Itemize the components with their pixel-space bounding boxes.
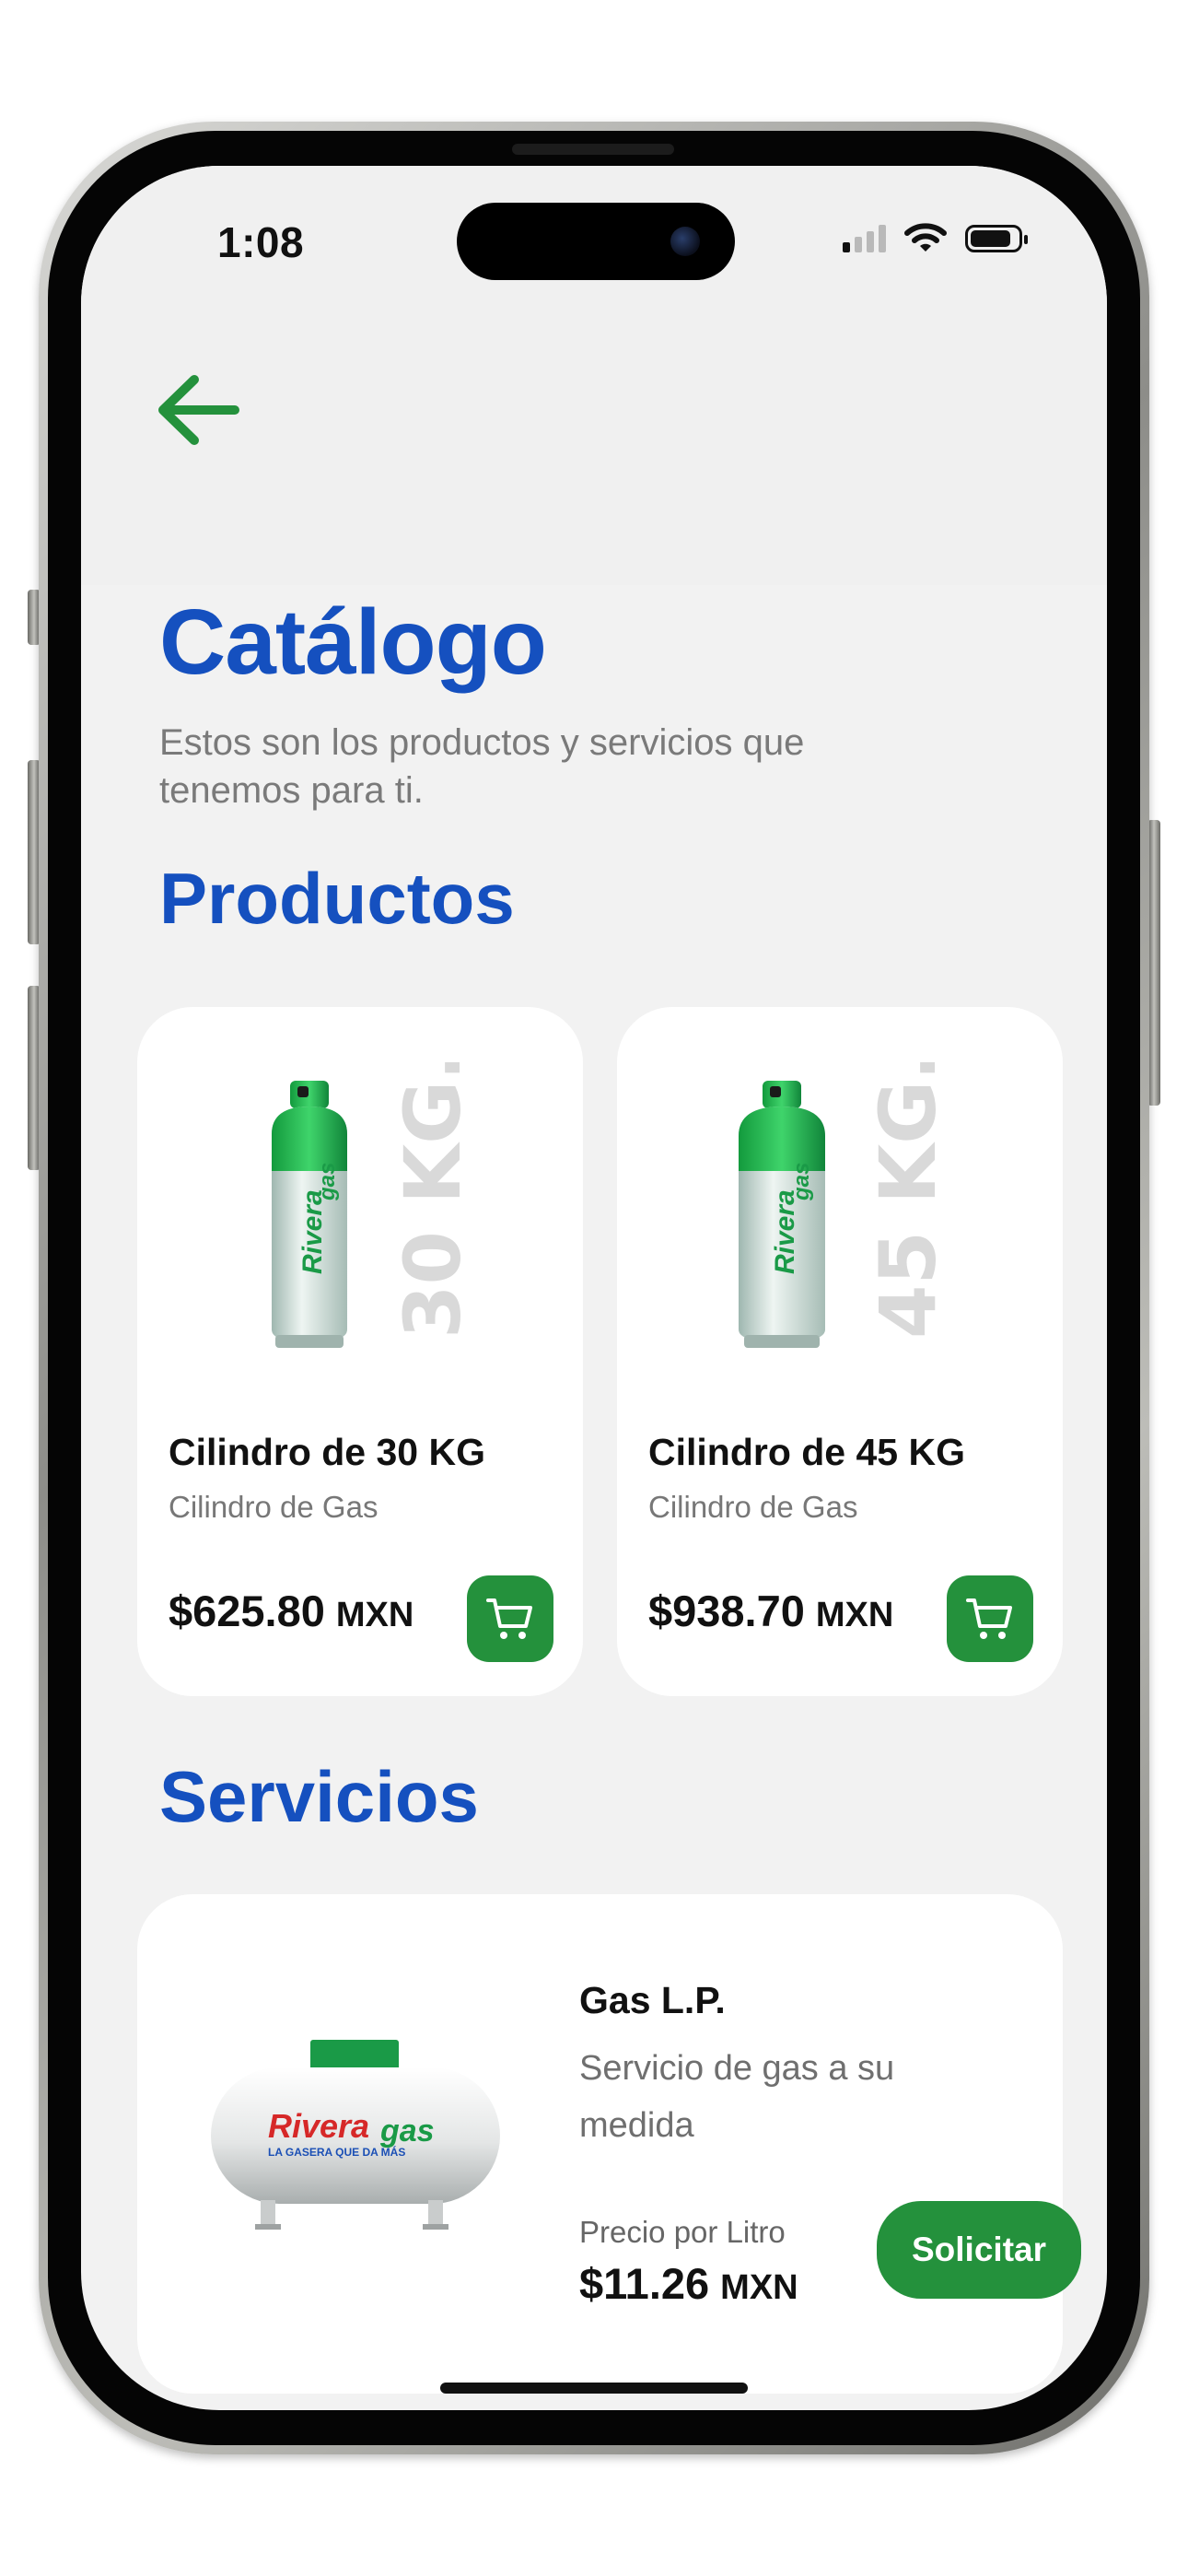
cellular-signal-icon: [843, 225, 886, 252]
service-description: Servicio de gas a su medida: [579, 2049, 895, 2145]
products-section-title: Productos: [159, 858, 515, 939]
gas-cylinder-image: Rivera gas 45 KG.: [739, 1062, 953, 1348]
wifi-icon: [904, 223, 947, 252]
currency-label: MXN: [335, 1596, 414, 1634]
page-subtitle: Estos son los productos y servicios que …: [159, 722, 805, 811]
page-title: Catálogo: [159, 591, 547, 694]
app-screen: 1:08 Catálogo Estos son los productos y …: [81, 166, 1107, 2410]
earpiece-speaker: [512, 144, 674, 155]
status-icons: [843, 223, 1028, 254]
product-card[interactable]: Rivera gas 30 KG. Cilindro de 30 KG Cili…: [137, 1007, 583, 1696]
back-button[interactable]: [147, 359, 249, 461]
service-price-label: Precio por Litro: [579, 2215, 786, 2249]
svg-text:gas: gas: [379, 2113, 435, 2149]
add-to-cart-button[interactable]: [947, 1575, 1033, 1662]
weight-label: 45 KG.: [863, 1062, 953, 1339]
service-price: $11.26 MXN: [579, 2259, 798, 2308]
battery-level: [971, 230, 1010, 247]
product-card[interactable]: Rivera gas 45 KG. Cilindro de 45 KG Cili…: [617, 1007, 1063, 1696]
cart-icon: [486, 1598, 532, 1639]
device-mockup: 1:08 Catálogo Estos son los productos y …: [0, 0, 1188, 2576]
service-card[interactable]: Rivera gas LA GASERA QUE DA MÁS Gas L.P.…: [137, 1894, 1081, 2394]
product-price: $625.80 MXN: [169, 1587, 414, 1635]
brand-logo-text: Rivera: [268, 2107, 369, 2145]
add-to-cart-button[interactable]: [467, 1575, 553, 1662]
battery-icon: [965, 225, 1028, 252]
cart-icon: [966, 1598, 1012, 1639]
home-indicator: [440, 2383, 748, 2394]
svg-text:gas: gas: [315, 1163, 340, 1201]
product-type: Cilindro de Gas: [648, 1490, 858, 1524]
services-section-title: Servicios: [159, 1756, 479, 1837]
status-time: 1:08: [217, 218, 305, 266]
product-name: Cilindro de 45 KG: [648, 1431, 965, 1473]
front-camera: [670, 227, 700, 256]
currency-label: MXN: [815, 1596, 894, 1634]
product-name: Cilindro de 30 KG: [169, 1431, 485, 1473]
service-name: Gas L.P.: [579, 1979, 726, 2021]
gas-tank-image: Rivera gas LA GASERA QUE DA MÁS: [211, 2040, 500, 2230]
product-type: Cilindro de Gas: [169, 1490, 379, 1524]
request-service-button[interactable]: Solicitar: [877, 2201, 1081, 2299]
brand-logo-text: Rivera: [297, 1189, 328, 1274]
dynamic-island: [457, 203, 735, 280]
currency-label: MXN: [720, 2268, 798, 2307]
gas-cylinder-image: Rivera gas 30 KG.: [272, 1062, 478, 1348]
weight-label: 30 KG.: [388, 1062, 478, 1339]
svg-text:gas: gas: [789, 1163, 814, 1201]
brand-logo-text: Rivera: [770, 1189, 800, 1274]
power-button: [1147, 820, 1160, 1106]
svg-text:LA GASERA QUE DA MÁS: LA GASERA QUE DA MÁS: [268, 2145, 405, 2159]
arrow-left-icon: [158, 375, 239, 445]
product-price: $938.70 MXN: [648, 1587, 894, 1635]
